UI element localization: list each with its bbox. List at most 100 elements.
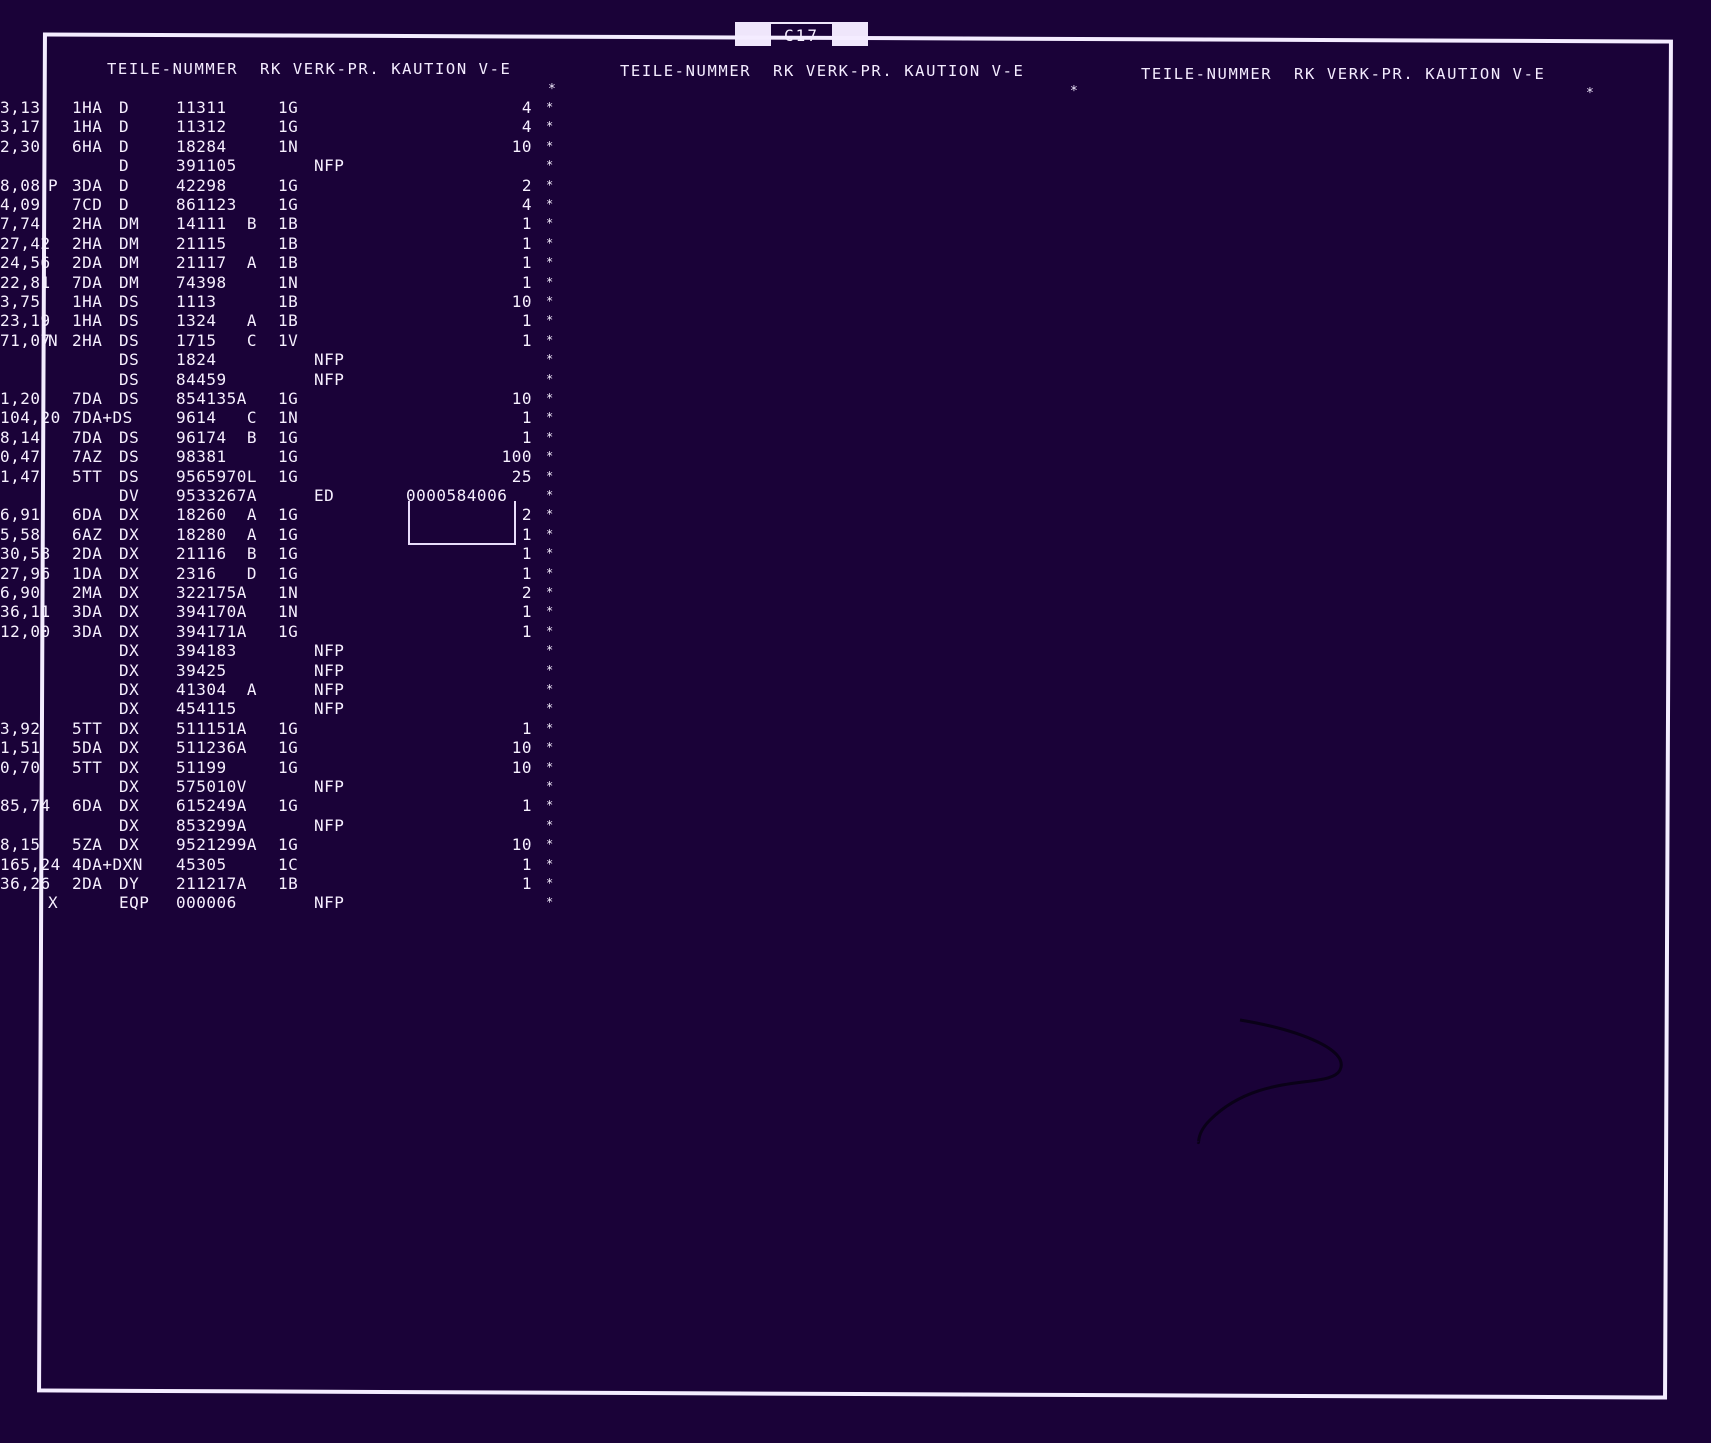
cell-rk: 1G <box>278 524 299 544</box>
cell-star: * <box>546 177 554 192</box>
cell-rk: 1G <box>278 544 299 564</box>
cell-rk: 1N <box>278 583 299 602</box>
cell-num: 18280 A <box>176 524 258 544</box>
cell-ve: 10 <box>511 835 532 855</box>
cell-star: * <box>546 798 554 813</box>
cell-grp: DS <box>119 427 140 447</box>
cell-price: 71,07 <box>0 330 51 350</box>
cell-rk: 1G <box>278 117 299 137</box>
cell-price: 6,91 <box>0 505 41 525</box>
cell-rk: 1B <box>278 233 299 253</box>
cell-num: 39425 <box>176 660 227 680</box>
cell-star: * <box>546 876 554 890</box>
cell-flag: P <box>48 175 59 195</box>
cell-ve: 1 <box>521 253 532 273</box>
cell-loc: 6AZ <box>72 524 103 544</box>
cell-ve: 10 <box>511 738 532 758</box>
cell-star: * <box>546 585 554 599</box>
cell-loc: 4DA+DXN <box>72 854 143 874</box>
cell-loc: 3DA <box>72 621 103 641</box>
cell-grp: D <box>119 195 130 214</box>
cell-price: 1,20 <box>0 389 41 408</box>
cell-loc: 2HA <box>72 233 103 253</box>
cell-grp: DS <box>119 447 140 467</box>
cell-ve: 1 <box>521 408 532 428</box>
cell-grp: DX <box>119 680 140 699</box>
cell-rk: 1G <box>278 175 299 195</box>
cell-grp: D <box>119 98 130 117</box>
cell-price: NFP <box>314 369 345 389</box>
cell-ve: 25 <box>511 466 532 486</box>
cell-grp: DS <box>119 369 140 389</box>
cell-price: 2,30 <box>0 136 41 156</box>
cell-price: NFP <box>314 350 345 370</box>
cell-ve: 4 <box>521 98 532 117</box>
cell-ve: 1 <box>521 330 532 350</box>
cell-grp: DS <box>119 350 140 370</box>
cell-num: 854135A <box>176 389 247 408</box>
cell-num: 98381 <box>176 447 227 467</box>
cell-price: 165,24 <box>0 854 61 874</box>
cell-num: 18260 A <box>176 505 258 525</box>
cell-num: 1113 <box>176 292 217 311</box>
cell-loc: 1HA <box>72 311 103 331</box>
cell-rk: 1G <box>278 738 299 758</box>
cell-star: * <box>546 449 554 464</box>
cell-loc: 6DA <box>72 505 103 525</box>
cell-ve: 100 <box>501 447 532 467</box>
cell-loc: 5TT <box>72 757 103 777</box>
cell-num: 96174 B <box>176 427 258 447</box>
cell-price: 36,11 <box>0 602 51 622</box>
cell-num: 394170A <box>176 602 247 622</box>
cell-loc: 1DA <box>72 563 103 583</box>
cell-grp: EQP <box>119 893 150 913</box>
cell-price: NFP <box>314 699 345 719</box>
cell-star: * <box>546 158 554 173</box>
cell-ve: 1 <box>521 233 532 253</box>
cell-num: 45305 <box>176 854 227 874</box>
cell-rk: 1G <box>278 757 299 777</box>
cell-loc: 2DA <box>72 874 103 893</box>
cell-grp: DM <box>119 214 140 234</box>
cell-loc: 2DA <box>72 253 103 273</box>
cell-rk: 1G <box>278 505 299 525</box>
cell-rk: 1G <box>278 447 299 467</box>
cell-price: NFP <box>314 777 345 796</box>
cell-ve: 4 <box>521 117 532 137</box>
cell-num: 84459 <box>176 369 227 389</box>
cell-rk: 1G <box>278 796 299 816</box>
cell-ve: 1 <box>521 544 532 564</box>
cell-num: 211217A <box>176 874 247 893</box>
cell-ve: 2 <box>521 583 532 602</box>
cell-grp: DS <box>119 292 140 311</box>
cell-ve: 4 <box>521 195 532 214</box>
cell-num: 41304 A <box>176 680 258 699</box>
cell-price: 0,70 <box>0 757 41 777</box>
cell-grp: DX <box>119 757 140 777</box>
cell-star: * <box>546 100 554 114</box>
cell-num: 42298 <box>176 175 227 195</box>
cell-star: * <box>546 216 554 231</box>
column-header-3: TEILE-NUMMER RK VERK-PR. KAUTION V-E <box>1141 65 1546 83</box>
cell-loc: 1HA <box>72 117 103 137</box>
cell-star: * <box>546 119 554 134</box>
cell-price: NFP <box>314 815 345 835</box>
cell-grp: DS <box>119 330 140 350</box>
cell-price: 3,13 <box>0 98 41 117</box>
cell-loc: 2DA <box>72 544 103 564</box>
cell-grp: DV <box>119 486 140 505</box>
header-star-2: * <box>1070 84 1078 99</box>
cell-rk: 1N <box>278 136 299 156</box>
cell-star: * <box>546 837 554 852</box>
cell-star: * <box>546 294 554 308</box>
cell-loc: 7DA <box>72 272 103 292</box>
cell-grp: DX <box>119 524 140 544</box>
cell-price: 27,96 <box>0 563 51 583</box>
cell-star: * <box>546 565 554 580</box>
cell-price: 1,51 <box>0 738 41 758</box>
cell-num: 9565970L <box>176 466 258 486</box>
cell-rk: 1G <box>278 98 299 117</box>
cell-rk: 1B <box>278 292 299 311</box>
header-star-1: * <box>548 82 556 97</box>
cell-star: * <box>546 817 554 832</box>
